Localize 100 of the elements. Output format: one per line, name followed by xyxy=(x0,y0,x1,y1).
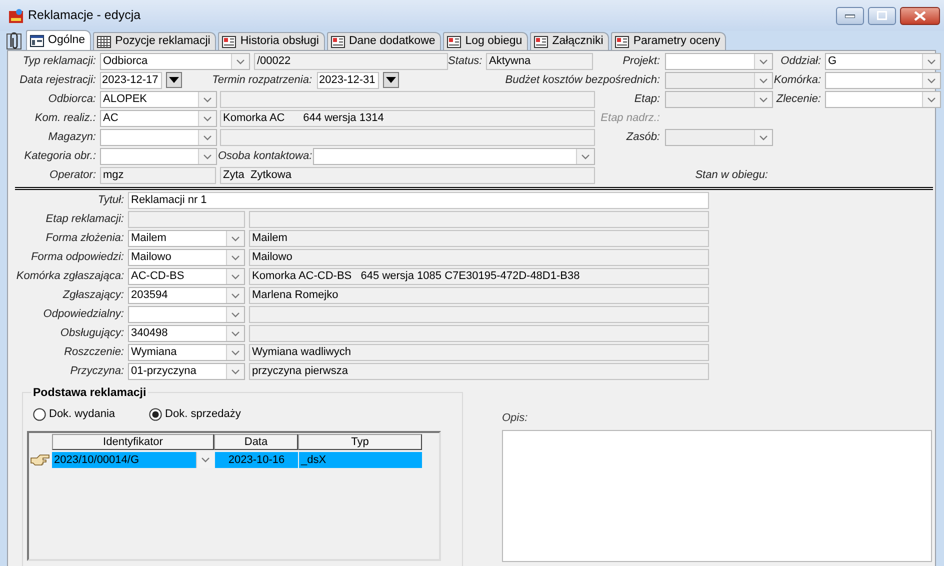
chevron-icon xyxy=(226,326,244,341)
field-label: Operator: xyxy=(48,168,97,183)
field-label: Kategoria obr.: xyxy=(23,149,97,164)
text-field[interactable] xyxy=(249,325,709,342)
radio-button[interactable]: Dok. sprzedaży xyxy=(149,406,241,422)
combo-box[interactable] xyxy=(100,129,217,146)
combo-box[interactable]: 340498 xyxy=(128,325,245,342)
table-cell[interactable]: _dsX xyxy=(299,452,422,468)
combo-box[interactable] xyxy=(313,148,595,165)
chevron-icon xyxy=(226,231,244,246)
field-label: Roszczenie: xyxy=(63,345,125,360)
chevron-icon xyxy=(754,130,772,145)
text-field[interactable]: Marlena Romejko xyxy=(249,287,709,304)
field-label: Komórka: xyxy=(773,73,822,88)
chevron-icon xyxy=(754,92,772,107)
combo-box[interactable]: G xyxy=(825,53,941,70)
field-label: Budżet kosztów bezpośrednich: xyxy=(504,73,661,88)
field-label: Zgłaszający: xyxy=(62,288,125,303)
text-field[interactable]: Komorka AC-CD-BS 645 wersja 1085 C7E30195-472D-48D1-B38 xyxy=(249,268,709,285)
combo-box[interactable]: AC-CD-BS xyxy=(128,268,245,285)
field-label: Etap reklamacji: xyxy=(44,212,125,227)
combo-box[interactable]: 01-przyczyna xyxy=(128,363,245,380)
text-field[interactable]: Mailowo xyxy=(249,249,709,266)
field-label: Zlecenie: xyxy=(775,92,822,107)
combo-box[interactable]: 203594 xyxy=(128,287,245,304)
document-icon xyxy=(615,36,630,48)
combo-box[interactable]: ALOPEK xyxy=(100,91,217,108)
combo-box[interactable] xyxy=(100,148,217,165)
minimize-icon xyxy=(845,14,855,18)
table-cell[interactable]: 2023/10/00014/G xyxy=(52,452,214,468)
field-label: Obsługujący: xyxy=(59,326,125,341)
chevron-icon xyxy=(198,111,216,126)
close-button[interactable] xyxy=(900,6,940,24)
combo-box[interactable]: Odbiorca xyxy=(100,53,250,70)
column-header[interactable]: Typ xyxy=(298,434,422,450)
table-icon xyxy=(97,36,112,48)
field-label: Typ reklamacji: xyxy=(22,54,97,69)
text-field[interactable]: Zyta Zytkowa xyxy=(220,167,595,184)
text-field[interactable]: przyczyna pierwsza xyxy=(249,363,709,380)
tab[interactable]: Historia obsługi xyxy=(218,32,325,50)
tab[interactable]: Dane dodatkowe xyxy=(326,32,442,50)
radio-circle-icon xyxy=(149,408,162,421)
calendar-button[interactable] xyxy=(383,72,399,88)
chevron-icon xyxy=(198,92,216,107)
tab[interactable]: Log obiegu xyxy=(443,32,528,50)
field-label: Odpowiedzialny: xyxy=(42,307,125,322)
form-icon xyxy=(30,34,44,46)
minimize-button[interactable] xyxy=(836,6,864,24)
text-field[interactable]: mgz xyxy=(100,167,216,184)
combo-box[interactable]: Wymiana xyxy=(128,344,245,361)
radio-button[interactable]: Dok. wydania xyxy=(33,406,116,422)
close-icon xyxy=(914,10,926,20)
text-field[interactable] xyxy=(220,129,595,146)
combo-box[interactable] xyxy=(825,72,941,89)
triangle-icon xyxy=(386,77,396,83)
paperclip-icon xyxy=(6,32,22,50)
chevron-icon xyxy=(226,345,244,360)
text-field[interactable]: Mailem xyxy=(249,230,709,247)
combo-box[interactable] xyxy=(665,53,773,70)
tab[interactable]: Załączniki xyxy=(530,32,610,50)
tab[interactable]: Ogólne xyxy=(26,30,92,50)
field-label: Projekt: xyxy=(622,54,661,69)
field-label: Przyczyna: xyxy=(69,364,125,379)
combo-box[interactable]: Mailowo xyxy=(128,249,245,266)
description-field[interactable] xyxy=(502,430,932,562)
column-header[interactable]: Identyfikator xyxy=(52,434,214,450)
text-field[interactable] xyxy=(249,211,709,228)
field-label: Etap nadrz.: xyxy=(600,111,661,126)
field-label: Forma złożenia: xyxy=(44,231,125,246)
table-cell[interactable]: 2023-10-16 xyxy=(215,452,298,468)
field-label: Opis: xyxy=(502,411,529,426)
calendar-button[interactable] xyxy=(166,72,182,88)
text-field[interactable]: Komorka AC 644 wersja 1314 xyxy=(220,110,595,127)
text-field[interactable] xyxy=(220,91,595,108)
app-icon xyxy=(8,8,24,24)
maximize-icon xyxy=(877,11,887,20)
text-field[interactable] xyxy=(249,306,709,323)
text-field[interactable]: Aktywna xyxy=(486,53,593,70)
field-label: Etap: xyxy=(633,92,661,107)
combo-box[interactable] xyxy=(128,306,245,323)
maximize-button[interactable] xyxy=(868,6,896,24)
date-field[interactable]: 2023-12-17 xyxy=(100,72,162,89)
column-header[interactable]: Data xyxy=(214,434,298,450)
date-field[interactable]: 2023-12-31 xyxy=(317,72,379,89)
text-field[interactable]: Reklamacji nr 1 xyxy=(128,192,709,209)
combo-box[interactable]: Mailem xyxy=(128,230,245,247)
field-label: Osoba kontaktowa: xyxy=(218,149,312,164)
field-label: Kom. realiz.: xyxy=(34,111,97,126)
text-field[interactable] xyxy=(128,211,245,228)
combo-box[interactable] xyxy=(825,91,941,108)
chevron-icon xyxy=(196,452,214,468)
tab[interactable]: Parametry oceny xyxy=(611,32,726,50)
chevron-icon xyxy=(231,54,249,69)
field-label: Odbiorca: xyxy=(47,92,97,107)
document-icon xyxy=(330,36,345,48)
combo-box[interactable]: AC xyxy=(100,110,217,127)
text-field[interactable]: /00022 xyxy=(254,53,448,70)
chevron-icon xyxy=(754,54,772,69)
text-field[interactable]: Wymiana wadliwych xyxy=(249,344,709,361)
tab[interactable]: Pozycje reklamacji xyxy=(93,32,216,50)
